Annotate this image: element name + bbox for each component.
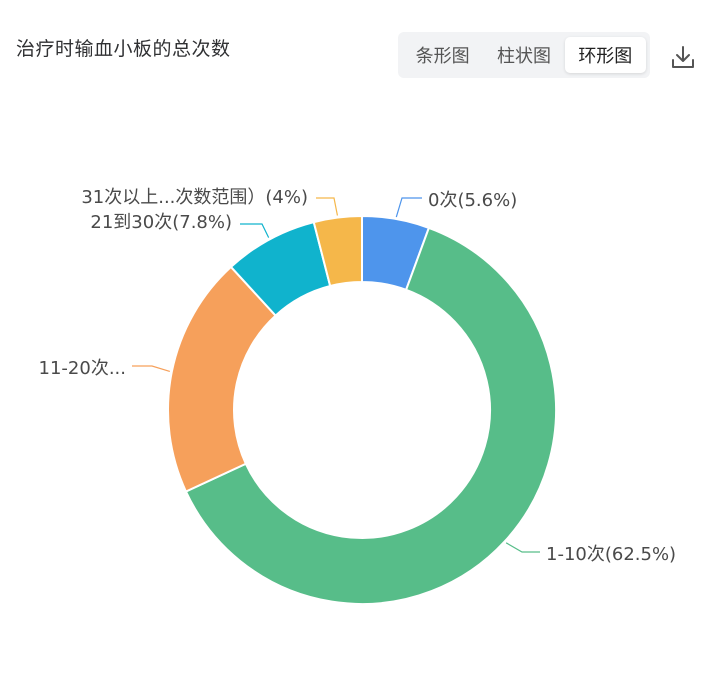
donut-chart: 0次(5.6%) 1-10次(62.5%) 11-20次... 21到30次(7.8%…	[39, 187, 676, 605]
slice-label-3: 21到30次(7.8%)	[90, 212, 232, 233]
leader-line-2	[132, 365, 171, 373]
slice-label-2: 11-20次...	[39, 358, 126, 379]
slice-label-4: 31次以上...次数范围）(4%)	[81, 187, 308, 208]
leader-line-4	[316, 197, 339, 216]
donut-slice-2[interactable]	[167, 265, 277, 493]
leader-line-3	[240, 223, 270, 238]
slice-label-0: 0次(5.6%)	[428, 190, 517, 211]
leader-line-0	[395, 197, 422, 218]
slice-label-1: 1-10次(62.5%)	[546, 544, 676, 565]
leader-line-1	[505, 542, 540, 553]
